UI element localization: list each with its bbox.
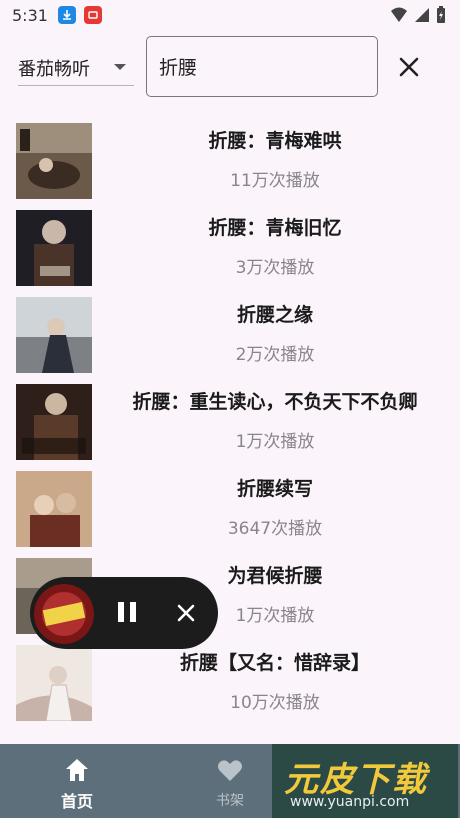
mini-player[interactable] [30, 577, 218, 649]
item-title: 折腰：重生读心，不负天下不负卿 [132, 391, 418, 413]
list-item[interactable]: 折腰：青梅难哄 11万次播放 [0, 118, 460, 205]
wifi-icon [391, 7, 407, 22]
cover-image [16, 123, 92, 199]
item-plays: 3647次播放 [227, 519, 323, 539]
nav-shelf[interactable]: 书架 [175, 744, 285, 818]
heart-icon [218, 760, 242, 781]
player-cover[interactable] [34, 584, 94, 644]
close-icon[interactable] [396, 54, 422, 80]
item-title: 折腰：青梅旧忆 [208, 217, 342, 239]
cover-image [16, 471, 92, 547]
nav-home-label: 首页 [60, 792, 93, 811]
search-row: 番茄畅听 [0, 36, 460, 98]
battery-icon [437, 6, 445, 23]
cover-image [16, 645, 92, 721]
download-icon [57, 6, 76, 24]
list-item[interactable]: 折腰【又名：惜辞录】 10万次播放 [0, 640, 460, 727]
item-title: 折腰：青梅难哄 [208, 130, 342, 152]
search-input[interactable] [146, 36, 378, 97]
nav-home[interactable]: 首页 [22, 744, 132, 818]
cover-image [16, 384, 92, 460]
close-icon[interactable] [174, 601, 198, 625]
status-bar: 5:31 [0, 0, 460, 30]
source-dropdown[interactable]: 番茄畅听 [18, 50, 134, 86]
item-title: 折腰【又名：惜辞录】 [179, 652, 370, 674]
cover-image [16, 210, 92, 286]
item-plays: 10万次播放 [230, 693, 320, 713]
item-title: 折腰之缘 [236, 304, 313, 326]
signal-icon [415, 8, 429, 22]
item-plays: 11万次播放 [230, 171, 320, 191]
nav-shelf-label: 书架 [216, 793, 244, 809]
home-icon [66, 759, 88, 781]
app-icon [83, 6, 102, 24]
item-plays: 3万次播放 [235, 258, 315, 278]
cover-image [16, 297, 92, 373]
status-time: 5:31 [12, 5, 48, 25]
item-title: 折腰续写 [236, 478, 313, 500]
item-plays: 2万次播放 [235, 345, 315, 365]
list-item[interactable]: 折腰：青梅旧忆 3万次播放 [0, 205, 460, 292]
list-item[interactable]: 折腰之缘 2万次播放 [0, 292, 460, 379]
chevron-down-icon [114, 64, 126, 70]
watermark-url: www.yuanpi.com [290, 794, 410, 810]
list-item[interactable]: 折腰续写 3647次播放 [0, 466, 460, 553]
item-plays: 1万次播放 [235, 432, 315, 452]
pause-icon[interactable] [114, 600, 140, 626]
list-item[interactable]: 折腰：重生读心，不负天下不负卿 1万次播放 [0, 379, 460, 466]
watermark: 元皮下载 www.yuanpi.com [272, 744, 458, 818]
source-label: 番茄畅听 [18, 58, 90, 80]
